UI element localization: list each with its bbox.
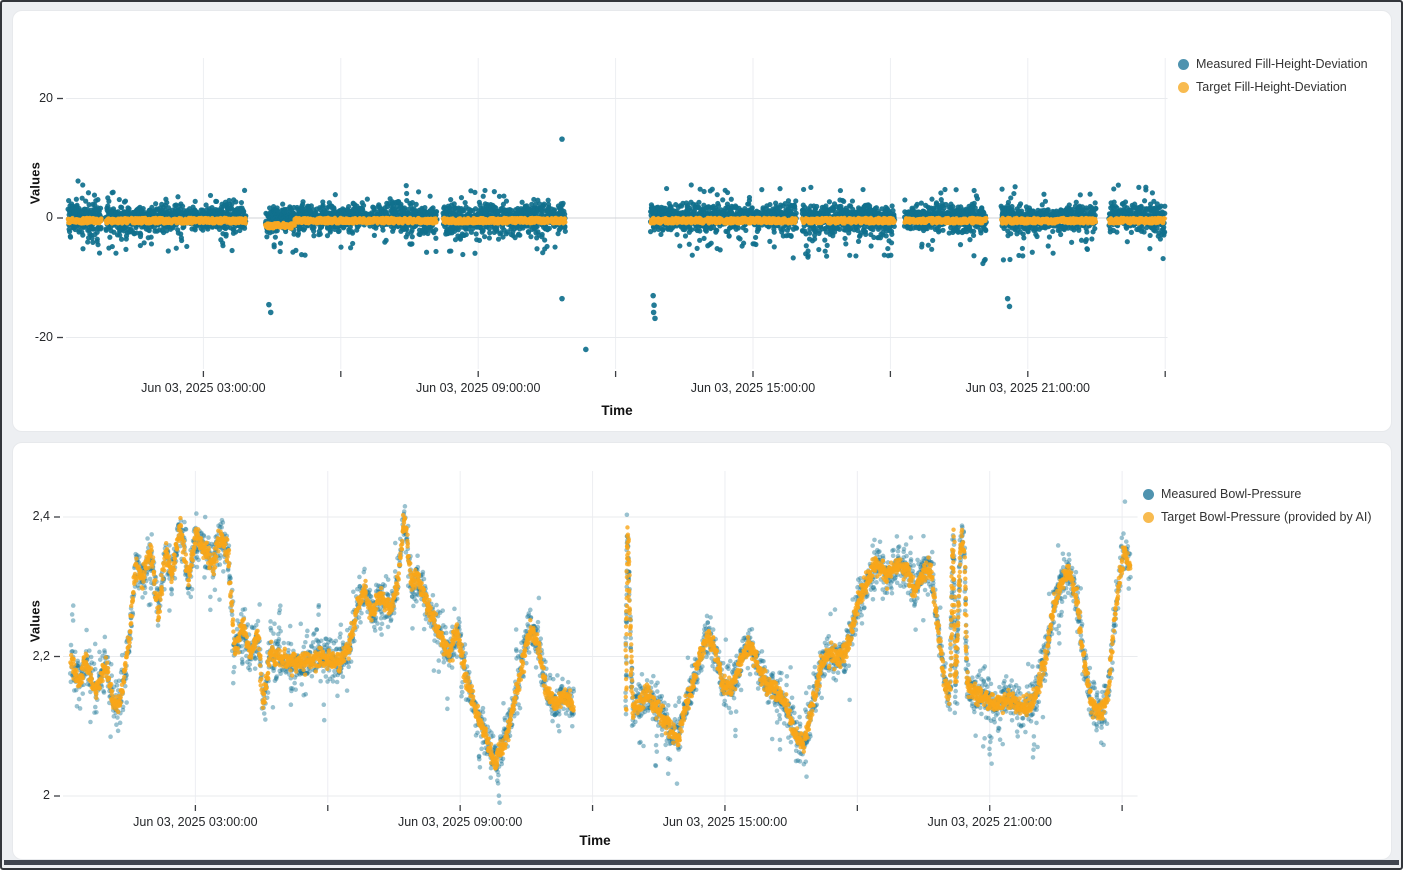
y-axis-title: Values (28, 600, 43, 642)
y-tick-label: -20 (12, 330, 53, 344)
legend-label: Target Fill-Height-Deviation (1196, 80, 1347, 94)
legend-item-target[interactable]: Target Bowl-Pressure (provided by AI) (1143, 510, 1372, 524)
legend-label: Target Bowl-Pressure (provided by AI) (1161, 510, 1372, 524)
y-tick-label: 2 (12, 788, 50, 802)
legend: Measured Bowl-Pressure Target Bowl-Press… (1143, 487, 1372, 524)
y-tick-label: 0 (12, 210, 53, 224)
app-window: Jun 03, 2025 03:00:00 Jun 03, 2025 09:00:… (0, 0, 1403, 870)
legend: Measured Fill-Height-Deviation Target Fi… (1178, 57, 1368, 94)
legend-item-measured[interactable]: Measured Fill-Height-Deviation (1178, 57, 1368, 71)
bowl-pressure-chart-card: Jun 03, 2025 03:00:00 Jun 03, 2025 09:00:… (12, 442, 1392, 860)
x-tick-label: Jun 03, 2025 09:00:00 (416, 381, 540, 395)
legend-item-target[interactable]: Target Fill-Height-Deviation (1178, 80, 1368, 94)
legend-item-measured[interactable]: Measured Bowl-Pressure (1143, 487, 1372, 501)
x-tick-label: Jun 03, 2025 03:00:00 (141, 381, 265, 395)
x-tick-label: Jun 03, 2025 21:00:00 (966, 381, 1090, 395)
legend-marker-icon (1178, 59, 1189, 70)
x-tick-label: Jun 03, 2025 21:00:00 (928, 815, 1052, 829)
legend-label: Measured Fill-Height-Deviation (1196, 57, 1368, 71)
y-tick-label: 2,2 (12, 649, 50, 663)
legend-marker-icon (1178, 82, 1189, 93)
legend-marker-icon (1143, 512, 1154, 523)
x-tick-label: Jun 03, 2025 03:00:00 (133, 815, 257, 829)
x-axis-title: Time (601, 403, 632, 418)
legend-label: Measured Bowl-Pressure (1161, 487, 1301, 501)
x-tick-label: Jun 03, 2025 15:00:00 (663, 815, 787, 829)
legend-marker-icon (1143, 489, 1154, 500)
y-tick-label: 20 (12, 91, 53, 105)
x-tick-label: Jun 03, 2025 15:00:00 (691, 381, 815, 395)
window-bottom-edge (4, 860, 1399, 865)
x-axis-title: Time (579, 833, 610, 848)
fill-height-deviation-chart-card: Jun 03, 2025 03:00:00 Jun 03, 2025 09:00:… (12, 10, 1392, 432)
y-axis-title: Values (28, 162, 43, 204)
y-tick-label: 2,4 (12, 509, 50, 523)
x-tick-label: Jun 03, 2025 09:00:00 (398, 815, 522, 829)
